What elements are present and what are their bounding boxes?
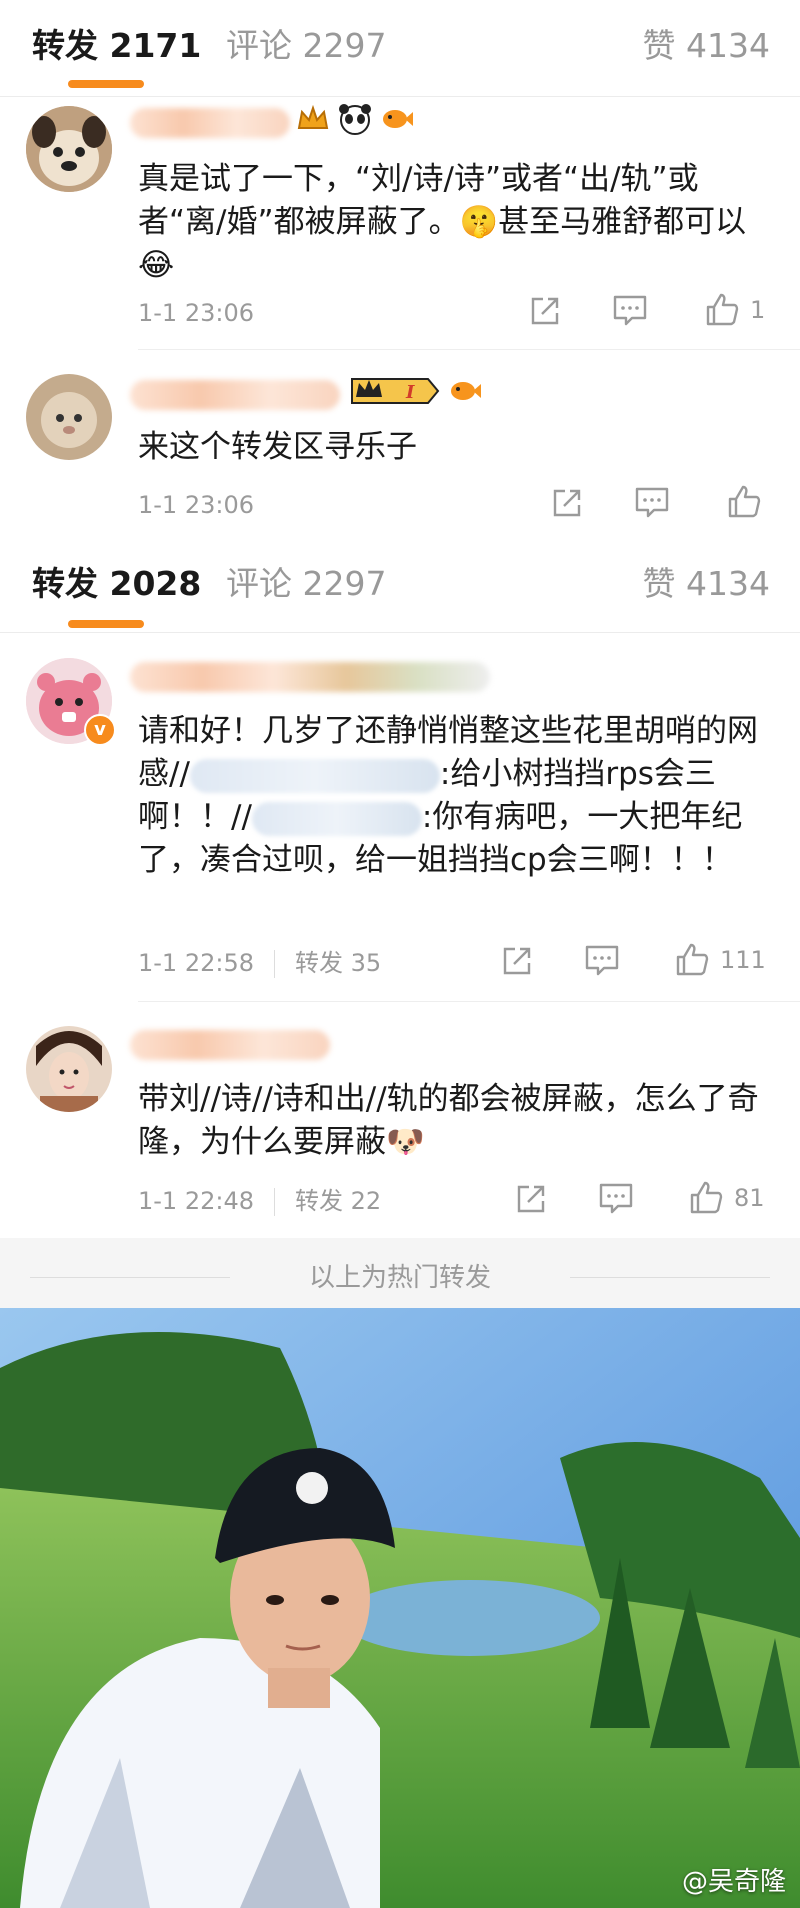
panda-icon <box>339 104 371 135</box>
top-tab-bar: 转发 2171 评论 2297 赞 4134 <box>0 0 800 97</box>
like-count: 81 <box>734 1184 765 1212</box>
comment-icon <box>635 487 669 518</box>
comment-icon <box>599 1183 633 1214</box>
fish-icon <box>451 382 481 400</box>
avatar[interactable] <box>26 374 112 460</box>
svg-text:I: I <box>405 382 415 403</box>
crown-icon: I <box>351 378 440 404</box>
tab-repost[interactable]: 转发 2028 <box>32 562 201 606</box>
hot-repost-label: 以上为热门转发 <box>308 1263 491 1293</box>
comment-time: 1-1 23:06 <box>138 491 254 519</box>
repost-tab-bar: 转发 2028 评论 2297 赞 4134 <box>0 544 800 633</box>
like-button[interactable]: 111 <box>674 942 766 978</box>
repost-time: 1-1 22:48 <box>138 1187 254 1215</box>
tab-comments[interactable]: 评论 2297 <box>226 24 386 68</box>
comment-button[interactable] <box>634 486 670 520</box>
username-blurred[interactable] <box>130 662 490 692</box>
watermark: @吴奇隆 <box>681 1867 786 1897</box>
separator <box>274 950 275 978</box>
share-button[interactable] <box>550 486 584 520</box>
like-button[interactable]: 81 <box>688 1180 765 1216</box>
like-button[interactable] <box>726 484 762 520</box>
like-button[interactable]: 1 <box>704 292 765 328</box>
share-icon <box>553 489 581 517</box>
comment-icon <box>613 295 647 326</box>
comment-icon <box>585 945 619 976</box>
like-icon <box>728 485 761 518</box>
comment-item: 真是试了一下，“刘/诗/诗”或者“出/轨”或者“离/婚”都被屏蔽了。🤫甚至马雅舒… <box>0 96 800 350</box>
comment-button[interactable] <box>612 294 648 328</box>
repost-meta: 1-1 22:48 转发 22 <box>138 1186 381 1216</box>
like-icon <box>690 1181 723 1214</box>
like-icon <box>676 943 709 976</box>
username-blurred[interactable] <box>130 380 340 410</box>
active-tab-indicator <box>68 80 144 88</box>
comment-button[interactable] <box>584 944 620 978</box>
like-count: 111 <box>720 946 766 974</box>
repost-meta: 1-1 22:58 转发 35 <box>138 948 381 978</box>
avatar[interactable] <box>26 1026 112 1112</box>
repost-count[interactable]: 转发 22 <box>295 1187 381 1215</box>
active-tab-indicator <box>68 620 144 628</box>
tab-comments[interactable]: 评论 2297 <box>226 562 386 606</box>
user-badges: I <box>350 374 482 408</box>
comment-text: 真是试了一下，“刘/诗/诗”或者“出/轨”或者“离/婚”都被屏蔽了。🤫甚至马雅舒… <box>138 161 747 283</box>
comment-button[interactable] <box>598 1182 634 1216</box>
share-button[interactable] <box>514 1182 548 1216</box>
comment-time: 1-1 23:06 <box>138 299 254 327</box>
username-blurred[interactable] <box>130 108 290 138</box>
repost-text: 带刘//诗//诗和出//轨的都会被屏蔽，怎么了奇隆，为什么要屏蔽🐶 <box>138 1081 759 1160</box>
tab-likes[interactable]: 赞 4134 <box>643 24 770 68</box>
like-count: 1 <box>750 296 766 324</box>
tab-repost[interactable]: 转发 2171 <box>32 24 201 68</box>
separator <box>274 1188 275 1216</box>
username-blurred[interactable] <box>251 801 422 836</box>
comment-item: I 来这个转发区寻乐子 1-1 23:06 <box>0 350 800 544</box>
share-icon <box>503 947 531 975</box>
share-button[interactable] <box>500 944 534 978</box>
tab-likes[interactable]: 赞 4134 <box>643 562 770 606</box>
post-photo[interactable]: @吴奇隆 <box>0 1308 800 1908</box>
repost-item: 带刘//诗//诗和出//轨的都会被屏蔽，怎么了奇隆，为什么要屏蔽🐶 1-1 22… <box>0 1002 800 1238</box>
comment-text: 来这个转发区寻乐子 <box>138 429 417 465</box>
repost-item: v 请和好！几岁了还静悄悄整这些花里胡哨的网感//:给小树挡挡rps会三啊！！/… <box>0 632 800 1002</box>
share-icon <box>531 297 559 325</box>
username-blurred[interactable] <box>189 758 440 793</box>
like-icon <box>706 293 739 326</box>
verified-icon: v <box>84 714 116 746</box>
avatar[interactable] <box>26 106 112 192</box>
user-badges <box>296 102 414 136</box>
crown-icon <box>297 104 329 129</box>
repost-time: 1-1 22:58 <box>138 949 254 977</box>
share-icon <box>517 1185 545 1213</box>
share-button[interactable] <box>528 294 562 328</box>
repost-count[interactable]: 转发 35 <box>295 949 381 977</box>
repost-text: 请和好！几岁了还静悄悄整这些花里胡哨的网感//:给小树挡挡rps会三啊！！//:… <box>138 710 778 882</box>
fish-icon <box>383 110 413 128</box>
username-blurred[interactable] <box>130 1030 330 1060</box>
